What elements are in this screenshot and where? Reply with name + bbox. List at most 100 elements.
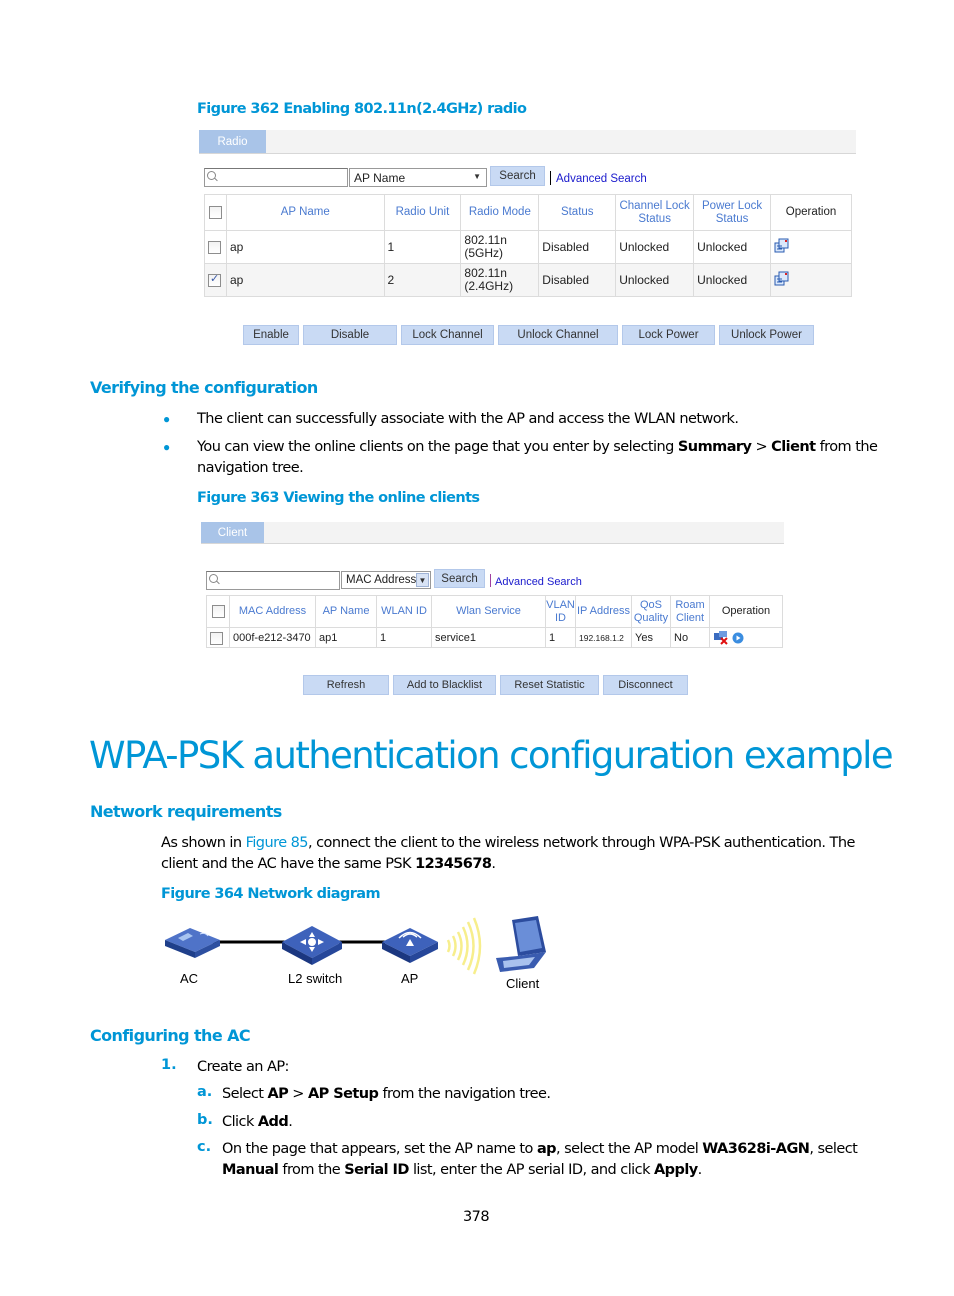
status-cell: Disabled [538,230,617,264]
lock-power-button[interactable]: Lock Power [622,325,715,345]
search-button[interactable]: Search [434,569,485,588]
select-all-checkbox[interactable] [211,604,225,618]
row-checkbox-checked[interactable] [208,272,221,288]
text: Select [222,1086,268,1102]
col-operation: Operation [770,194,852,231]
search-input[interactable] [204,168,348,187]
row-checkbox[interactable] [208,241,221,255]
advanced-search-link[interactable]: Advanced Search [556,173,647,185]
col-mac-address[interactable]: MAC Address [229,595,316,628]
channel-lock-cell: Unlocked [615,230,695,264]
power-lock-cell: Unlocked [693,263,772,297]
col-ap-name[interactable]: AP Name [225,194,385,231]
text: , select the AP model [556,1141,703,1157]
radio-tabbar [199,130,856,154]
refresh-button[interactable]: Refresh [303,675,389,695]
row-checkbox[interactable] [210,631,223,645]
unlock-channel-button[interactable]: Unlock Channel [498,325,618,345]
text: . [288,1114,293,1130]
col-vlan-id-line2: ID [555,611,566,624]
col-qos-quality[interactable]: QoS Quality [631,595,671,628]
bullet-1-text: The client can successfully associate wi… [197,411,739,427]
chevron-down-icon[interactable]: ▼ [416,573,429,587]
col-ap-name[interactable]: AP Name [315,595,377,628]
bullet-2-text: You can view the online clients on the p… [197,437,878,458]
search-button[interactable]: Search [490,166,545,186]
step-a-marker: a. [197,1084,213,1100]
disconnect-icon[interactable] [713,630,729,645]
step-c-text-line2: Manual from the Serial ID list, enter th… [222,1160,702,1181]
text: , select [809,1141,858,1157]
col-qos-line2: Quality [633,611,669,624]
client-table: MAC Address AP Name WLAN ID Wlan Service… [206,595,783,648]
col-roam-line1: Roam [675,598,705,611]
radio-unit-cell: 2 [383,263,462,297]
text: You can view the online clients on the p… [197,439,678,455]
col-wlan-id[interactable]: WLAN ID [376,595,432,628]
separator [550,171,551,185]
col-roam-client[interactable]: Roam Client [670,595,710,628]
add-to-blacklist-button[interactable]: Add to Blacklist [393,675,496,695]
bold-text: Summary [677,439,752,455]
power-lock-cell: Unlocked [693,230,772,264]
bullet-icon: ● [163,412,171,426]
qos-cell: Yes [631,627,671,648]
search-field-select[interactable]: MAC Address ▼ [341,571,431,589]
text: from the [815,439,878,455]
bold-text: AP [267,1086,289,1102]
configuring-ac-heading: Configuring the AC [90,1026,251,1045]
search-field-value: MAC Address [346,574,417,586]
table-header: AP Name Radio Unit Radio Mode Status Cha… [204,194,852,231]
ap-device-icon [382,928,438,963]
step-a-text: Select AP > AP Setup from the navigation… [222,1084,551,1105]
bullet-icon: ● [163,440,171,454]
col-wlan-service[interactable]: Wlan Service [431,595,546,628]
operation-cell [709,627,783,648]
step-b-marker: b. [197,1112,213,1128]
col-status[interactable]: Status [538,194,617,231]
col-vlan-id[interactable]: VLAN ID [545,595,576,628]
col-ip-address[interactable]: IP Address [575,595,632,628]
disable-button[interactable]: Disable [303,325,397,345]
step-b-text: Click Add. [222,1112,293,1133]
step-c-text: On the page that appears, set the AP nam… [222,1139,858,1160]
text: . [491,856,496,872]
details-icon[interactable] [774,238,790,253]
disconnect-button[interactable]: Disconnect [603,675,688,695]
tab-client[interactable]: Client [201,522,264,543]
col-channel-lock-status[interactable]: Channel Lock Status [615,194,695,231]
unlock-power-button[interactable]: Unlock Power [719,325,814,345]
enable-button[interactable]: Enable [243,325,299,345]
wlan-id-cell: 1 [376,627,432,648]
verifying-heading: Verifying the configuration [90,378,318,397]
diagram-label-ap: AP [401,971,419,986]
radio-mode-cell: 802.11n (5GHz) [460,230,540,264]
ap-name-cell: ap1 [315,627,377,648]
operation-cell [770,263,852,297]
search-icon [207,171,216,180]
channel-lock-cell: Unlocked [615,263,695,297]
section-title: WPA-PSK authentication configuration exa… [89,734,894,777]
col-radio-unit[interactable]: Radio Unit [383,194,462,231]
search-icon [209,574,218,583]
network-requirements-heading: Network requirements [90,802,282,821]
reset-statistic-button[interactable]: Reset Statistic [500,675,599,695]
text: > [288,1086,308,1102]
radio-table: AP Name Radio Unit Radio Mode Status Cha… [204,194,852,297]
col-power-lock-status[interactable]: Power Lock Status [693,194,772,231]
search-input[interactable] [206,571,340,590]
tab-radio[interactable]: Radio [199,130,266,153]
select-all-checkbox[interactable] [208,205,222,219]
requirements-paragraph-line2: client and the AC have the same PSK 1234… [161,854,496,875]
search-field-select[interactable]: AP Name ▼ [349,168,487,187]
lock-channel-button[interactable]: Lock Channel [401,325,494,345]
search-field-value: AP Name [354,170,406,185]
figure-85-link[interactable]: Figure 85 [246,835,309,851]
play-details-icon[interactable] [732,632,744,644]
col-roam-line2: Client [675,611,705,624]
diagram-label-switch: L2 switch [288,971,343,986]
mac-address-link[interactable]: 000f-e212-3470 [229,627,316,648]
details-icon[interactable] [774,271,790,286]
advanced-search-link[interactable]: Advanced Search [495,576,582,588]
col-radio-mode[interactable]: Radio Mode [460,194,540,231]
